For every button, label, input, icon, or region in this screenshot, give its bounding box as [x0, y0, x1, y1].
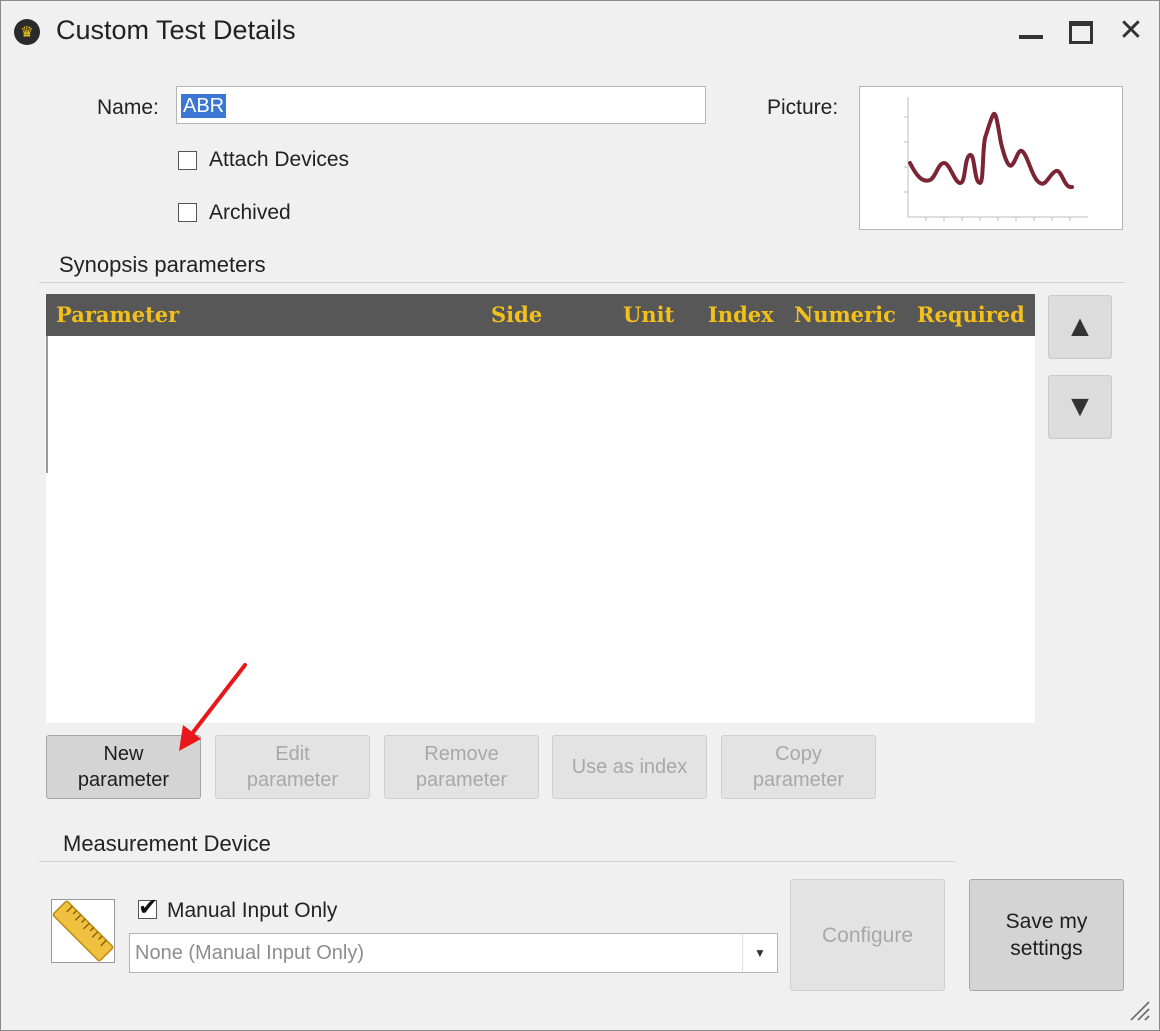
- name-label: Name:: [97, 96, 159, 119]
- archived-label: Archived: [209, 201, 291, 224]
- column-header-side[interactable]: Side: [491, 302, 542, 327]
- minimize-icon[interactable]: [1015, 15, 1047, 47]
- archived-checkbox[interactable]: [178, 203, 197, 222]
- custom-test-details-window: ♛ Custom Test Details ✕ Name: ABR Attach…: [0, 0, 1160, 1031]
- grid-left-edge: [46, 336, 48, 473]
- column-header-parameter[interactable]: Parameter: [56, 302, 179, 327]
- remove-parameter-button[interactable]: Remove parameter: [384, 735, 539, 799]
- dropdown-arrow-icon[interactable]: ▼: [742, 934, 777, 972]
- column-header-numeric[interactable]: Numeric: [794, 302, 896, 327]
- parameters-grid-header: Parameter Side Unit Index Numeric Requir…: [46, 294, 1035, 336]
- down-triangle-icon: ▼: [1065, 390, 1095, 423]
- name-value: ABR: [181, 94, 227, 118]
- synopsis-section-title: Synopsis parameters: [59, 252, 266, 277]
- waveform-thumbnail: [904, 97, 1088, 221]
- picture-label: Picture:: [767, 96, 839, 119]
- title-bar: ♛ Custom Test Details ✕: [1, 1, 1159, 63]
- use-as-index-button[interactable]: Use as index: [552, 735, 707, 799]
- configure-button[interactable]: Configure: [790, 879, 945, 991]
- move-up-button[interactable]: ▲: [1048, 295, 1112, 359]
- measurement-section-title: Measurement Device: [63, 831, 271, 856]
- name-input[interactable]: ABR: [176, 86, 706, 124]
- column-header-index[interactable]: Index: [708, 302, 774, 327]
- picture-box[interactable]: [859, 86, 1123, 230]
- maximize-icon[interactable]: [1065, 15, 1097, 47]
- annotation-arrow-icon: [179, 663, 247, 751]
- crown-logo-icon: ♛: [14, 19, 40, 45]
- column-header-unit[interactable]: Unit: [623, 302, 674, 327]
- attach-devices-label: Attach Devices: [209, 148, 350, 171]
- measurement-separator: [39, 861, 955, 862]
- resize-grip-icon[interactable]: [1125, 996, 1151, 1022]
- device-select-value: None (Manual Input Only): [135, 942, 365, 964]
- measurement-device-select[interactable]: None (Manual Input Only) ▼: [129, 933, 778, 973]
- synopsis-separator: [39, 282, 1125, 283]
- move-down-button[interactable]: ▼: [1048, 375, 1112, 439]
- copy-parameter-button[interactable]: Copy parameter: [721, 735, 876, 799]
- window-title: Custom Test Details: [56, 15, 296, 45]
- manual-input-only-label: Manual Input Only: [167, 899, 338, 922]
- manual-input-only-checkbox[interactable]: [138, 893, 158, 922]
- ruler-icon: [51, 899, 115, 963]
- save-my-settings-button[interactable]: Save my settings: [969, 879, 1124, 991]
- up-triangle-icon: ▲: [1065, 310, 1095, 343]
- attach-devices-checkbox[interactable]: [178, 151, 197, 170]
- column-header-required[interactable]: Required: [917, 302, 1025, 327]
- close-icon[interactable]: ✕: [1115, 15, 1147, 47]
